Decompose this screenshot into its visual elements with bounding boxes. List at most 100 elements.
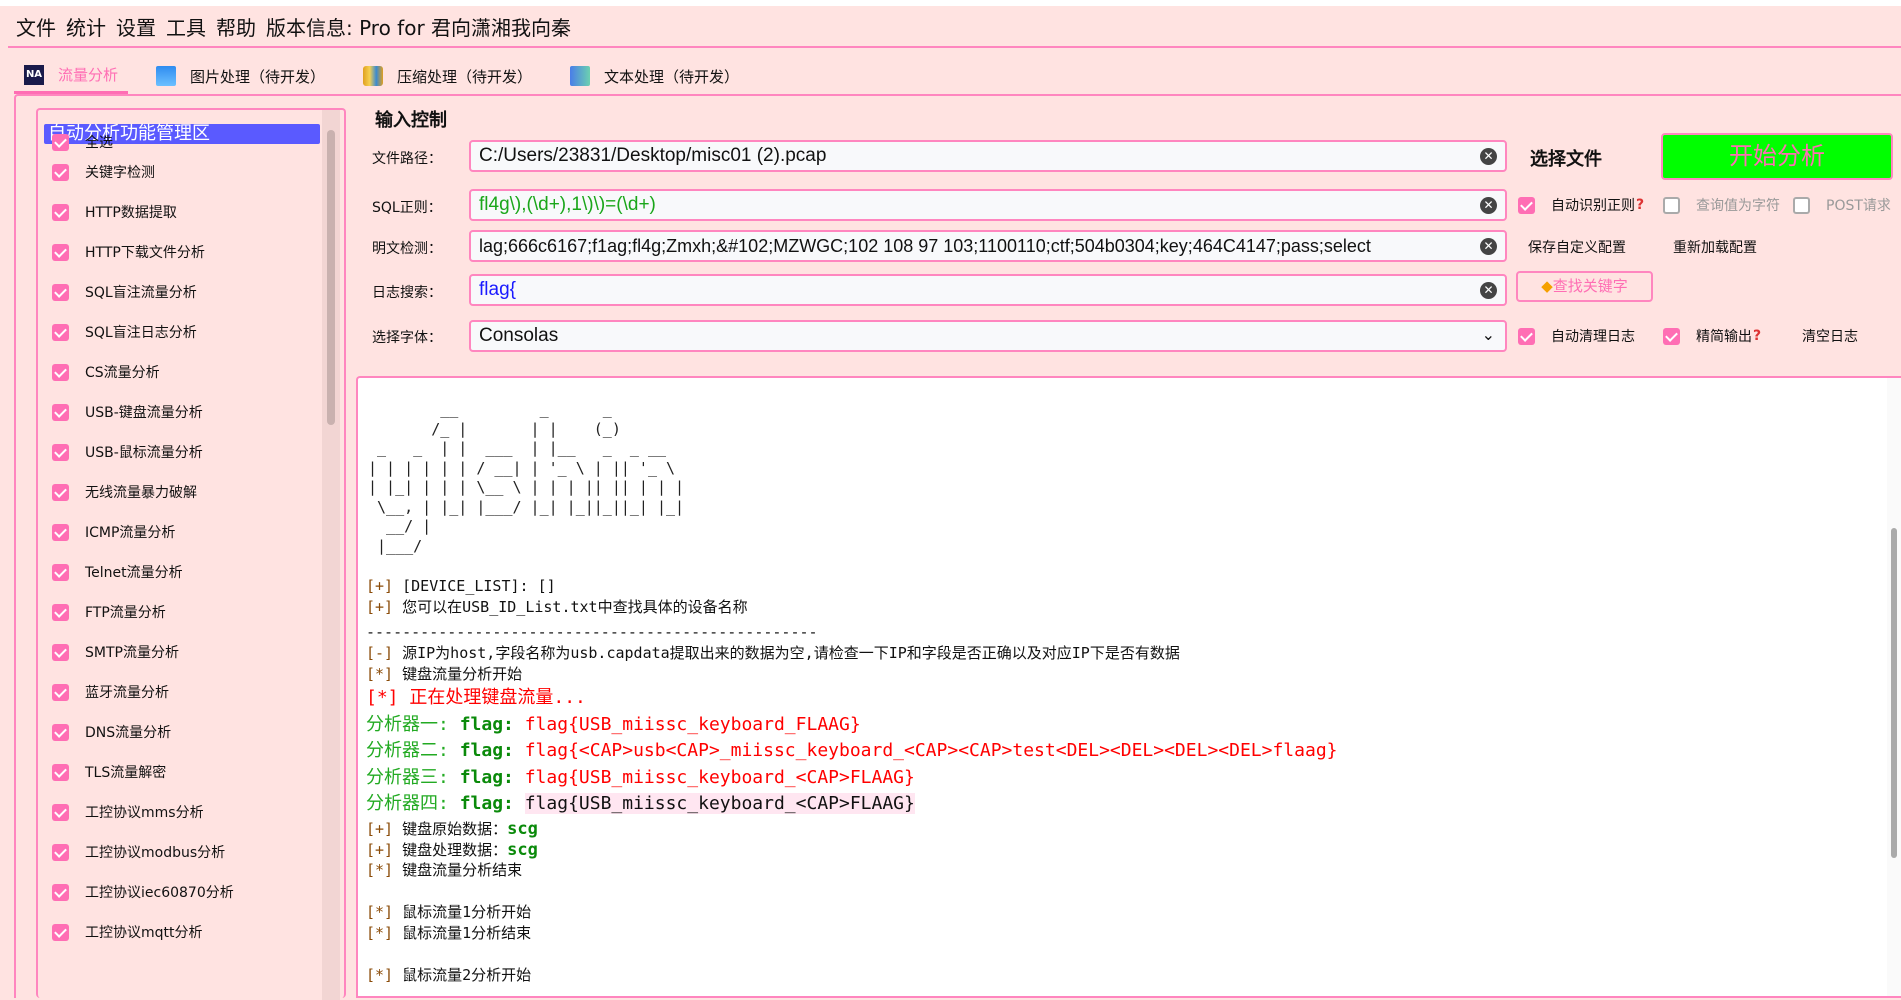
sql-regex-value: fl4g\),(\d+),1\)\)=(\d+) [479, 194, 656, 215]
checkbox-icon [52, 403, 69, 421]
sidebar-item-label: HTTP下载文件分析 [85, 245, 205, 261]
reload-config-button[interactable]: 重新加载配置 [1673, 237, 1757, 257]
sidebar-item-checkbox[interactable]: 关键字检测 [52, 162, 155, 182]
log-line: [*] 键盘流量分析结束 [366, 860, 523, 879]
sidebar-item-checkbox[interactable]: FTP流量分析 [52, 602, 166, 622]
help-icon[interactable]: ? [1753, 328, 1761, 344]
tab-image-processing[interactable]: 图片处理（待开发） [146, 58, 335, 94]
tab-archive-processing[interactable]: 压缩处理（待开发） [353, 58, 542, 94]
scrollbar-thumb[interactable] [1891, 528, 1897, 858]
sidebar-item-label: 关键字检测 [85, 165, 155, 181]
sidebar-item-label: 工控协议mms分析 [85, 805, 204, 821]
clear-icon[interactable]: ✕ [1480, 282, 1497, 299]
sidebar-item-label: 全选 [85, 135, 113, 151]
checkbox-icon [52, 843, 69, 861]
log-line: [*] 正在处理键盘流量... [366, 687, 586, 708]
file-path-input[interactable]: C:/Users/23831/Desktop/misc01 (2).pcap ✕ [469, 140, 1507, 172]
log-line: [*] 鼠标流量1分析结束 [366, 923, 532, 942]
log-search-input[interactable]: flag{✕ [469, 274, 1507, 306]
archive-icon [363, 66, 384, 86]
sql-regex-input[interactable]: fl4g\),(\d+),1\)\)=(\d+) ✕ [469, 189, 1507, 221]
sidebar-item-checkbox[interactable]: USB-鼠标流量分析 [52, 442, 203, 462]
checkbox-icon [52, 763, 69, 781]
checkbox-icon [1663, 196, 1680, 214]
menu-settings[interactable]: 设置 [116, 12, 156, 41]
sidebar-item-checkbox[interactable]: 工控协议mqtt分析 [52, 922, 203, 942]
feature-panel: 自动分析功能管理区 全选 关键字检测 HTTP数据提取 HTTP下载文件分析 SQL盲注… [36, 108, 346, 1000]
font-select[interactable]: Consolas ⌄ [469, 320, 1507, 352]
font-select-label: 选择字体： [372, 330, 442, 346]
sidebar-item-checkbox[interactable]: Telnet流量分析 [52, 562, 183, 582]
clear-log-button[interactable]: 清空日志 [1802, 326, 1858, 346]
auto-regex-label: 自动识别正则 [1551, 198, 1635, 214]
menu-file[interactable]: 文件 [16, 12, 56, 41]
log-line: [+] 键盘原始数据：scg [366, 818, 538, 839]
menu-bar: 文件 统计 设置 工具 帮助 版本信息: Pro for 君向潇湘我向秦 [8, 6, 1901, 48]
sidebar-item-label: USB-键盘流量分析 [85, 405, 203, 421]
sidebar-item-checkbox[interactable]: USB-键盘流量分析 [52, 402, 203, 422]
checkbox-icon [52, 363, 69, 381]
auto-clear-checkbox[interactable]: 自动清理日志 [1518, 326, 1635, 346]
find-keyword-button[interactable]: ◆查找关键字 [1516, 271, 1653, 302]
analyzer-result: 分析器二: flag: flag{<CAP>usb<CAP>_miissc_ke… [366, 740, 1338, 761]
sidebar-item-label: USB-鼠标流量分析 [85, 445, 203, 461]
checkbox-icon [52, 883, 69, 901]
tab-traffic-analysis[interactable]: NA 流量分析 [14, 58, 129, 94]
find-keyword-label: 查找关键字 [1552, 277, 1628, 295]
sidebar-scrollbar[interactable] [322, 110, 340, 1000]
menu-stats[interactable]: 统计 [66, 12, 106, 41]
plaintext-input[interactable]: lag;666c6167;f1ag;fl4g;Zmxh;&#102;MZWGC;… [469, 230, 1507, 262]
tab-label: 流量分析 [58, 66, 119, 84]
plaintext-value: lag;666c6167;f1ag;fl4g;Zmxh;&#102;MZWGC;… [479, 236, 1371, 256]
select-file-button[interactable]: 选择文件 [1530, 145, 1602, 171]
sidebar-item-checkbox[interactable]: HTTP下载文件分析 [52, 242, 205, 262]
simple-output-checkbox[interactable]: 精简输出? [1663, 326, 1761, 346]
sidebar-item-checkbox[interactable]: 蓝牙流量分析 [52, 682, 169, 702]
log-separator: ----------------------------------------… [366, 623, 818, 641]
sidebar-item-label: HTTP数据提取 [85, 205, 177, 221]
help-icon[interactable]: ? [1636, 197, 1644, 213]
ascii-banner: __ _ _ /_ | | | (_) _ _ | | ___ | |__ _ … [368, 400, 685, 555]
sidebar-item-checkbox[interactable]: CS流量分析 [52, 362, 160, 382]
log-output[interactable]: __ _ _ /_ | | | (_) _ _ | | ___ | |__ _ … [356, 376, 1901, 998]
sidebar-item-checkbox[interactable]: ICMP流量分析 [52, 522, 175, 542]
sidebar-item-checkbox[interactable]: 无线流量暴力破解 [52, 482, 197, 502]
sidebar-item-label: 工控协议mqtt分析 [85, 925, 203, 941]
sidebar-item-checkbox[interactable]: HTTP数据提取 [52, 202, 177, 222]
sidebar-item-checkbox[interactable]: 工控协议mms分析 [52, 802, 204, 822]
checkbox-icon [52, 523, 69, 541]
clear-icon[interactable]: ✕ [1480, 238, 1497, 255]
save-config-button[interactable]: 保存自定义配置 [1528, 237, 1626, 257]
start-analysis-button[interactable]: 开始分析 [1661, 133, 1893, 180]
font-select-value: Consolas [479, 325, 559, 346]
checkbox-icon [52, 483, 69, 501]
sidebar-item-checkbox[interactable]: SQL盲注流量分析 [52, 282, 197, 302]
sidebar-item-checkbox[interactable]: 工控协议modbus分析 [52, 842, 225, 862]
menu-version[interactable]: 版本信息: Pro for 君向潇湘我向秦 [266, 12, 571, 41]
log-scrollbar[interactable] [1887, 378, 1901, 996]
checkbox-icon [52, 163, 69, 181]
query-char-checkbox[interactable]: 查询值为字符 [1663, 195, 1780, 215]
na-icon: NA [24, 64, 44, 85]
sidebar-item-checkbox[interactable]: SQL盲注日志分析 [52, 322, 197, 342]
tab-text-processing[interactable]: 文本处理（待开发） [560, 58, 749, 94]
sidebar-item-checkbox[interactable]: 工控协议iec60870分析 [52, 882, 234, 902]
sidebar-item-checkbox[interactable]: SMTP流量分析 [52, 642, 179, 662]
log-search-label: 日志搜索： [372, 285, 442, 301]
menu-help[interactable]: 帮助 [216, 12, 256, 41]
sidebar-item-checkbox[interactable]: TLS流量解密 [52, 762, 166, 782]
sidebar-item-label: CS流量分析 [85, 365, 160, 381]
sidebar-item-label: SQL盲注日志分析 [85, 325, 197, 341]
sidebar-item-checkbox[interactable]: 全选 [52, 132, 113, 152]
sidebar-item-checkbox[interactable]: DNS流量分析 [52, 722, 171, 742]
tab-bar: NA 流量分析 图片处理（待开发） 压缩处理（待开发） 文本处理（待开发） [14, 58, 767, 94]
clear-icon[interactable]: ✕ [1480, 148, 1497, 165]
post-checkbox[interactable]: POST请求 [1793, 195, 1891, 215]
menu-tools[interactable]: 工具 [166, 12, 206, 41]
clear-icon[interactable]: ✕ [1480, 197, 1497, 214]
scrollbar-thumb[interactable] [327, 130, 335, 425]
checkbox-icon [1518, 327, 1535, 345]
simple-output-label: 精简输出 [1696, 329, 1752, 345]
auto-regex-checkbox[interactable]: 自动识别正则? [1518, 195, 1644, 215]
checkbox-icon [52, 723, 69, 741]
